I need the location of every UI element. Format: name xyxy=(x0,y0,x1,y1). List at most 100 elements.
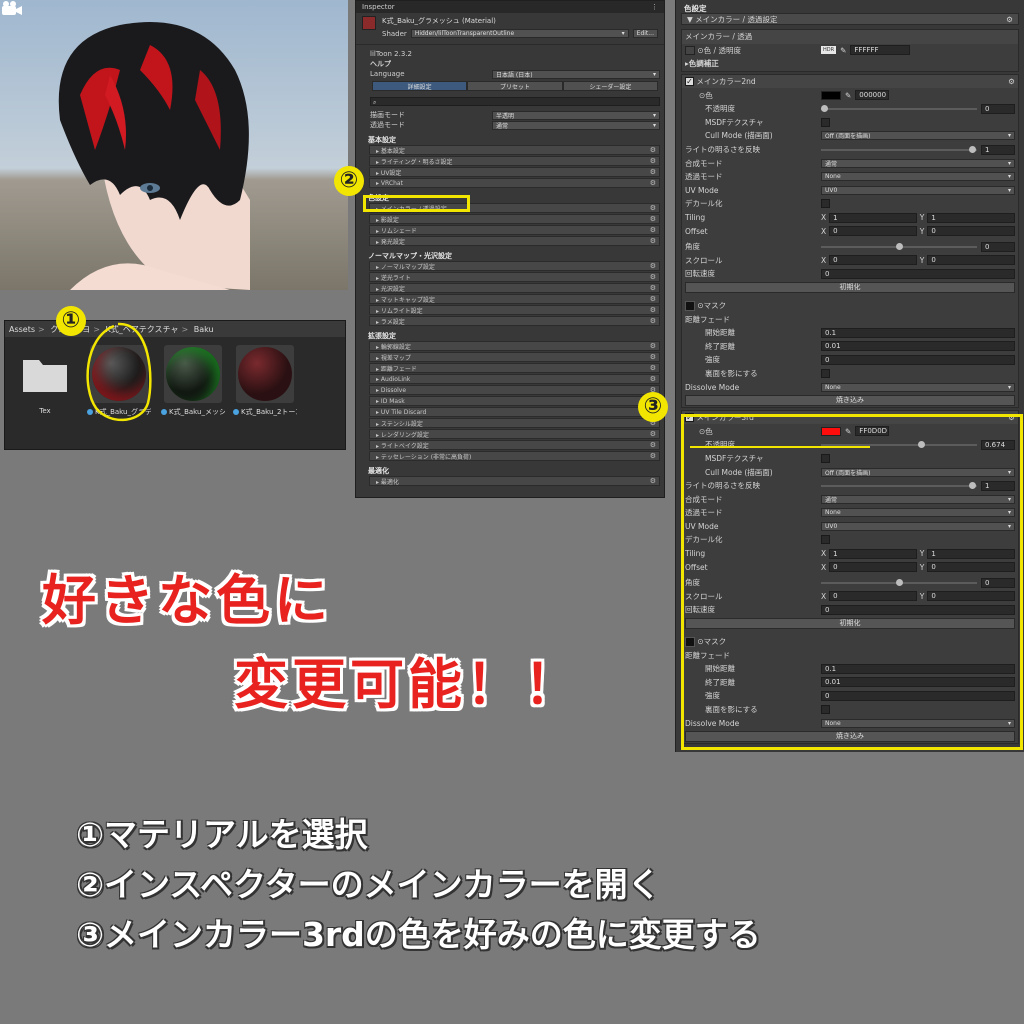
rotation-field[interactable]: 0 xyxy=(821,268,1015,279)
edit-shader-button[interactable]: Edit... xyxy=(632,29,658,38)
gear-icon[interactable]: ⚙ xyxy=(650,295,656,303)
foldout-item[interactable]: ▸ 影設定 ⚙ xyxy=(369,214,660,224)
gear-icon[interactable]: ⚙ xyxy=(650,306,656,314)
breadcrumb-item[interactable]: Assets xyxy=(9,325,35,334)
foldout-item[interactable]: ▸ リムライト設定 ⚙ xyxy=(369,305,660,315)
gear-icon[interactable]: ⚙ xyxy=(650,430,656,438)
foldout-item[interactable]: ▸ テッセレーション (非常に高負荷) ⚙ xyxy=(369,451,660,461)
asset-material[interactable]: K式_Baku_メッシュ xyxy=(161,345,225,417)
foldout-item[interactable]: ▸ 発光設定 ⚙ xyxy=(369,236,660,246)
decal-checkbox[interactable] xyxy=(821,199,830,209)
foldout-item[interactable]: ▸ ラメ設定 ⚙ xyxy=(369,316,660,326)
texture-slot[interactable] xyxy=(685,46,695,56)
hex-field[interactable]: 000000 xyxy=(855,90,890,101)
menu-icon[interactable]: ⋮ xyxy=(651,3,658,11)
shader-dropdown[interactable]: Hidden/lilToonTransparentOutline ▾ xyxy=(410,29,629,38)
foldout-item[interactable]: ▸ ライトベイク設定 ⚙ xyxy=(369,440,660,450)
render-mode-dropdown[interactable]: 半透明 ▾ xyxy=(492,110,660,120)
gear-icon[interactable]: ⚙ xyxy=(650,273,656,281)
gear-icon[interactable]: ⚙ xyxy=(650,262,656,270)
foldout-item[interactable]: ▸ 基本設定 ⚙ xyxy=(369,145,660,155)
gear-icon[interactable]: ⚙ xyxy=(650,452,656,460)
tiling-y-field[interactable]: 1 xyxy=(927,212,1016,223)
breadcrumb-item[interactable]: Baku xyxy=(194,325,214,334)
slider[interactable] xyxy=(821,145,977,153)
gear-icon[interactable]: ⚙ xyxy=(650,146,656,154)
dissolve-dropdown[interactable]: None ▾ xyxy=(821,382,1015,392)
foldout-item[interactable]: ▸ 視差マップ ⚙ xyxy=(369,352,660,362)
transparent-mode-dropdown[interactable]: 通常 ▾ xyxy=(492,120,660,130)
foldout-item[interactable]: ▸ AudioLink ⚙ xyxy=(369,374,660,384)
gear-icon[interactable]: ⚙ xyxy=(650,168,656,176)
gear-icon[interactable]: ⚙ xyxy=(650,353,656,361)
color-swatch[interactable] xyxy=(821,90,841,100)
foldout-item[interactable]: ▸ レンダリング設定 ⚙ xyxy=(369,429,660,439)
light-field[interactable]: 1 xyxy=(981,144,1015,155)
language-dropdown[interactable]: 日本語 (日本) ▾ xyxy=(492,69,660,79)
foldout-item[interactable]: ▸ ID Mask⚙ xyxy=(369,396,660,406)
eyedropper-icon[interactable]: ✎ xyxy=(840,46,846,55)
uv-dropdown[interactable]: UV0 ▾ xyxy=(821,185,1015,195)
tab-preset[interactable]: プリセット xyxy=(467,81,563,91)
opacity-field[interactable]: 0 xyxy=(981,103,1015,114)
gear-icon[interactable]: ⚙ xyxy=(650,237,656,245)
msdf-checkbox[interactable] xyxy=(821,117,830,127)
hdr-badge[interactable]: HDR xyxy=(821,46,837,55)
enable-checkbox[interactable]: ✓ xyxy=(685,77,694,87)
foldout-item[interactable]: ▸ UV設定 ⚙ xyxy=(369,167,660,177)
gear-icon[interactable]: ⚙ xyxy=(650,364,656,372)
foldout-item[interactable]: ▸ 距離フェード ⚙ xyxy=(369,363,660,373)
foldout-item[interactable]: ▸ 逆光ライト ⚙ xyxy=(369,272,660,282)
reset-button[interactable]: 初期化 xyxy=(685,281,1015,293)
scroll-y-field[interactable]: 0 xyxy=(927,255,1016,266)
foldout-item[interactable]: ▸ VRChat ⚙ xyxy=(369,178,660,188)
end-field[interactable]: 0.01 xyxy=(821,341,1015,352)
strength-field[interactable]: 0 xyxy=(821,354,1015,365)
backface-checkbox[interactable] xyxy=(821,368,830,378)
eyedropper-icon[interactable]: ✎ xyxy=(845,91,851,100)
hex-field[interactable]: FFFFFF xyxy=(850,45,911,56)
gear-icon[interactable]: ⚙ xyxy=(650,477,656,485)
search-input[interactable]: ⌕ xyxy=(370,97,660,106)
version-label[interactable]: lilToon 2.3.2 xyxy=(356,49,664,59)
foldout-item[interactable]: ▸ 光沢設定 ⚙ xyxy=(369,283,660,293)
gear-icon[interactable]: ⚙ xyxy=(650,375,656,383)
mask-texture-slot[interactable] xyxy=(685,300,695,311)
help-foldout[interactable]: ヘルプ xyxy=(356,59,664,69)
tab-shader-settings[interactable]: シェーダー設定 xyxy=(562,81,658,91)
foldout-item[interactable]: ▸ UV Tile Discard⚙ xyxy=(369,407,660,417)
slider[interactable] xyxy=(821,104,977,112)
asset-folder[interactable]: Tex xyxy=(13,345,77,415)
tab-advanced[interactable]: 詳細設定 xyxy=(372,81,468,91)
scene-view[interactable] xyxy=(0,0,348,290)
tiling-x-field[interactable]: 1 xyxy=(829,212,917,223)
gear-icon[interactable]: ⚙ xyxy=(650,157,656,165)
gear-icon[interactable]: ⚙ xyxy=(650,215,656,223)
slider[interactable] xyxy=(821,242,977,250)
foldout-item[interactable]: ▸ Dissolve ⚙ xyxy=(369,385,660,395)
gear-icon[interactable]: ⚙ xyxy=(650,441,656,449)
offset-x-field[interactable]: 0 xyxy=(829,226,917,237)
color-correction-foldout[interactable]: ▸ 色調補正 xyxy=(682,57,1018,71)
offset-y-field[interactable]: 0 xyxy=(927,226,1016,237)
blend-dropdown[interactable]: 通常 ▾ xyxy=(821,158,1015,168)
gear-icon[interactable]: ⚙ xyxy=(650,317,656,325)
foldout-item[interactable]: ▸ 輪郭線設定 ⚙ xyxy=(369,341,660,351)
foldout-item[interactable]: ▸ 最適化 ⚙ xyxy=(369,476,660,486)
foldout-item[interactable]: ▸ ノーマルマップ設定 ⚙ xyxy=(369,261,660,271)
foldout-item[interactable]: ▸ マットキャップ設定 ⚙ xyxy=(369,294,660,304)
gear-icon[interactable]: ⚙ xyxy=(650,284,656,292)
foldout-item[interactable]: ▸ リムシェード ⚙ xyxy=(369,225,660,235)
start-field[interactable]: 0.1 xyxy=(821,327,1015,338)
trans-dropdown[interactable]: None ▾ xyxy=(821,172,1015,182)
gear-icon[interactable]: ⚙ xyxy=(650,342,656,350)
gear-icon[interactable]: ⚙ xyxy=(1006,15,1013,24)
gear-icon[interactable]: ⚙ xyxy=(650,226,656,234)
inspector-tab[interactable]: Inspector xyxy=(362,3,395,11)
gear-icon[interactable]: ⚙ xyxy=(650,204,656,212)
foldout-item[interactable]: ▸ ライティング・明るさ設定 ⚙ xyxy=(369,156,660,166)
group-header[interactable]: ▼ メインカラー / 透過設定 ⚙ xyxy=(681,13,1019,25)
angle-field[interactable]: 0 xyxy=(981,241,1015,252)
gear-icon[interactable]: ⚙ xyxy=(1008,77,1015,86)
gear-icon[interactable]: ⚙ xyxy=(650,179,656,187)
